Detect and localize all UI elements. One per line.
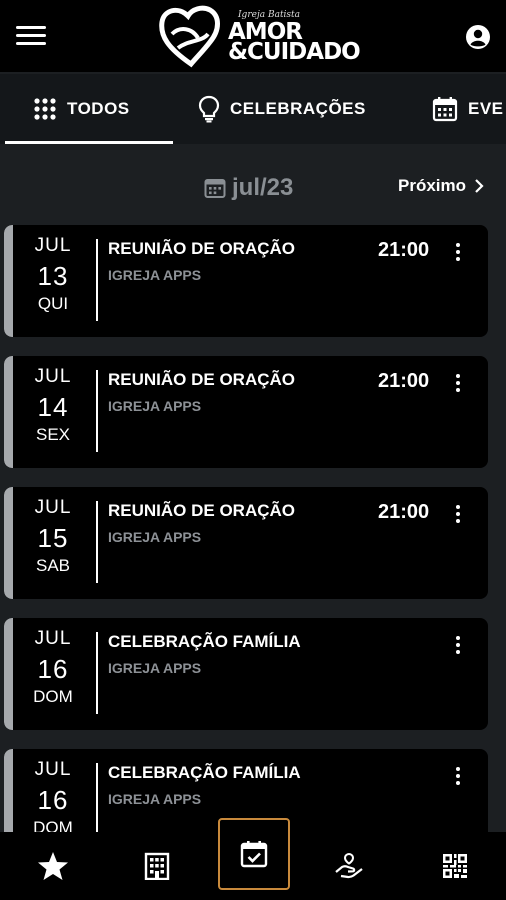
month-label: jul/23 [232,174,294,201]
event-title: REUNIÃO DE ORAÇÃO [108,501,296,520]
event-card[interactable]: JUL 16 DOM CELEBRAÇÃO FAMÍLIA IGREJA APP… [4,618,488,730]
calendar-icon [432,97,458,122]
current-month[interactable]: jul/23 [204,174,293,202]
calendar-month-icon [204,179,226,198]
hamburger-menu-icon[interactable] [16,26,46,46]
date-divider [96,632,98,714]
event-date: JUL 15 SAB [14,495,92,577]
nav-favorites[interactable] [18,832,88,900]
building-icon [144,852,170,880]
next-label: Próximo [398,176,467,195]
logo-word-cuidado: &CUIDADO [228,39,361,65]
month-navigation: jul/23 Próximo [0,160,506,216]
tab-todos[interactable]: TODOS [5,74,173,144]
tab-celebracoes[interactable]: CELEBRAÇÕES [198,74,398,144]
event-time: 21:00 [378,501,430,523]
event-date: JUL 16 DOM [14,757,92,832]
event-list: JUL 13 QUI REUNIÃO DE ORAÇÃO IGREJA APPS… [0,222,506,832]
event-month: JUL [34,759,72,780]
event-weekday: SAB [35,556,71,575]
event-subtitle: IGREJA APPS [108,529,202,545]
event-subtitle: IGREJA APPS [108,791,202,807]
event-weekday: DOM [33,687,73,706]
event-time: 21:00 [378,370,430,392]
tab-label: EVE [468,99,504,118]
lightbulb-icon [198,95,220,123]
nav-qr-code[interactable] [420,832,490,900]
event-day: 15 [37,523,69,553]
tab-label: TODOS [67,99,130,118]
event-date: JUL 13 QUI [14,233,92,315]
event-title: REUNIÃO DE ORAÇÃO [108,239,296,258]
event-weekday: DOM [33,818,73,832]
event-month: JUL [34,497,72,518]
event-date: JUL 16 DOM [14,626,92,708]
date-divider [96,239,98,321]
event-month: JUL [34,366,72,387]
category-tabs: TODOS CELEBRAÇÕES EVE [0,74,506,144]
more-options-icon[interactable] [452,243,464,265]
date-divider [96,501,98,583]
chevron-right-icon [475,179,484,193]
event-month: JUL [34,628,72,649]
event-title: REUNIÃO DE ORAÇÃO [108,370,296,389]
nav-church[interactable] [122,832,192,900]
church-logo: Igreja Batista AMOR &CUIDADO [158,4,361,68]
event-day: 13 [37,261,69,291]
app-header: Igreja Batista AMOR &CUIDADO [0,0,506,72]
more-options-icon[interactable] [452,767,464,789]
event-subtitle: IGREJA APPS [108,398,202,414]
event-date: JUL 14 SEX [14,364,92,446]
date-divider [96,763,98,832]
event-weekday: SEX [35,425,71,444]
star-icon [38,852,68,880]
grid-icon [34,98,56,120]
event-card[interactable]: JUL 14 SEX REUNIÃO DE ORAÇÃO IGREJA APPS… [4,356,488,468]
more-options-icon[interactable] [452,636,464,658]
event-month: JUL [34,235,72,256]
donation-hand-icon [335,852,363,879]
date-divider [96,370,98,452]
event-card[interactable]: JUL 15 SAB REUNIÃO DE ORAÇÃO IGREJA APPS… [4,487,488,599]
more-options-icon[interactable] [452,374,464,396]
bottom-navigation [0,818,506,900]
event-subtitle: IGREJA APPS [108,267,202,283]
event-day: 16 [37,654,69,684]
more-options-icon[interactable] [452,505,464,527]
event-subtitle: IGREJA APPS [108,660,202,676]
account-circle-icon[interactable] [465,24,491,50]
nav-donations[interactable] [314,832,384,900]
qr-code-icon [443,854,467,878]
tab-eventos[interactable]: EVE [432,74,506,144]
event-weekday: QUI [37,294,69,313]
event-time: 21:00 [378,239,430,261]
calendar-check-icon [240,841,268,868]
nav-agenda[interactable] [218,818,290,890]
event-day: 14 [37,392,69,422]
event-day: 16 [37,785,69,815]
next-month-button[interactable]: Próximo [398,176,484,196]
event-title: CELEBRAÇÃO FAMÍLIA [108,632,301,651]
heart-logo-icon [159,5,220,68]
event-card[interactable]: JUL 13 QUI REUNIÃO DE ORAÇÃO IGREJA APPS… [4,225,488,337]
event-title: CELEBRAÇÃO FAMÍLIA [108,763,301,782]
tab-label: CELEBRAÇÕES [230,99,366,118]
